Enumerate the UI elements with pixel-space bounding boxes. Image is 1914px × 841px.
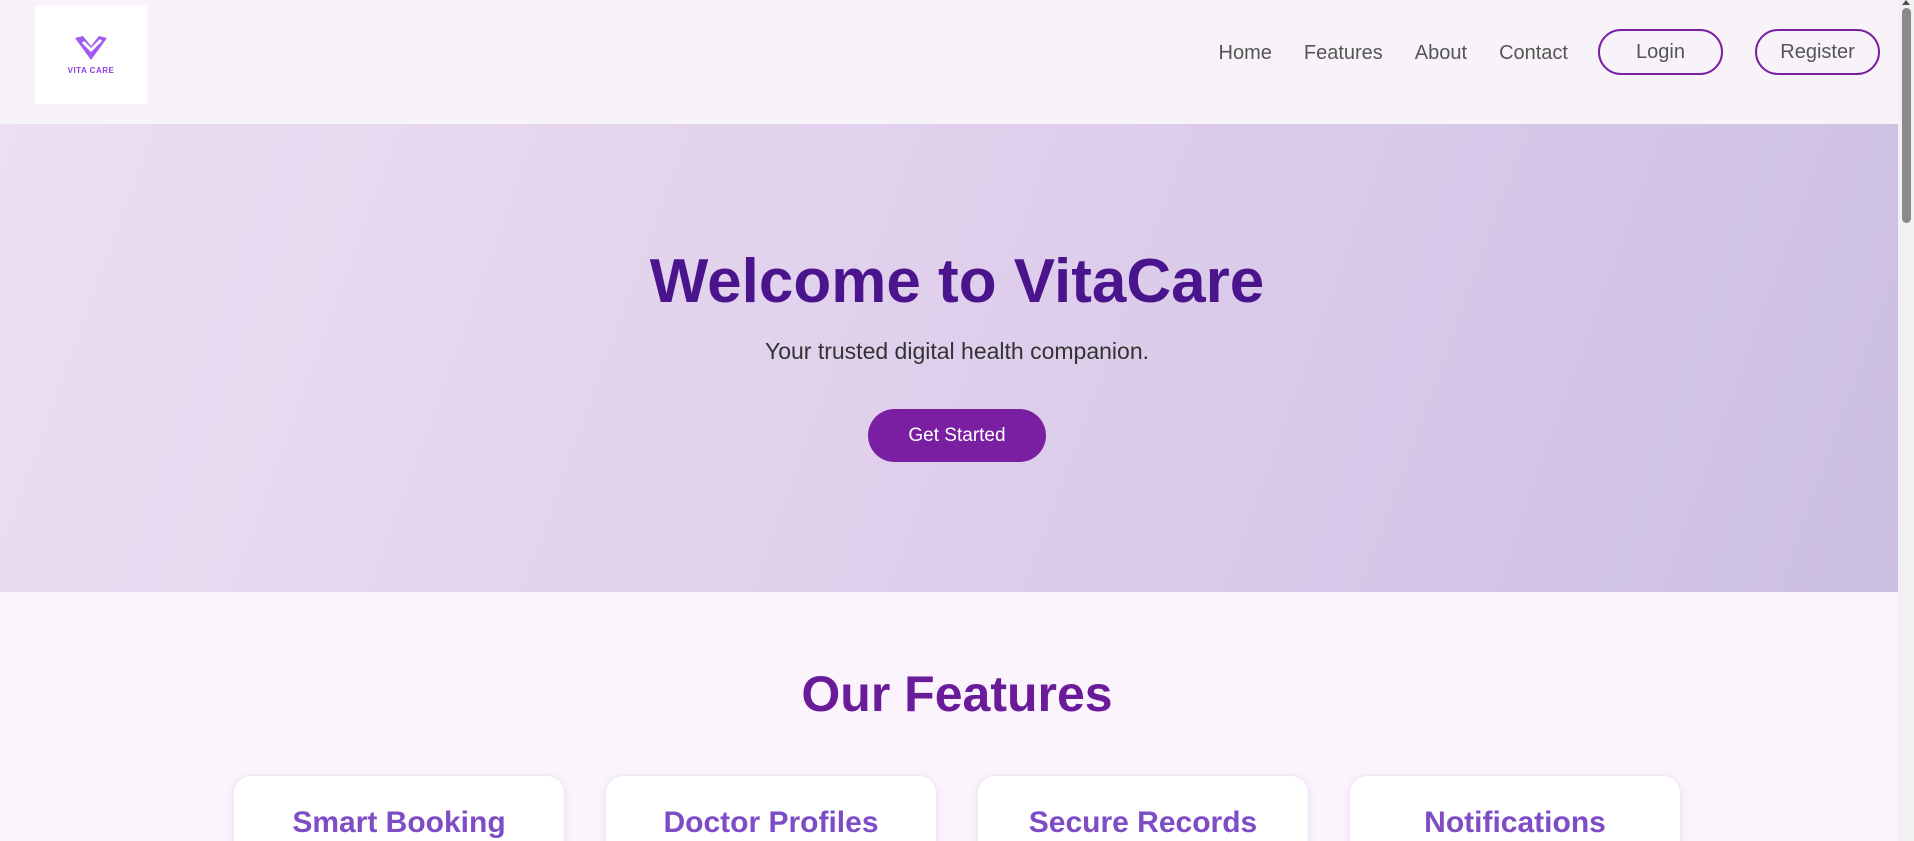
- navbar: VITA CARE Home Features About Contact Lo…: [0, 0, 1898, 124]
- scroll-up-arrow-icon[interactable]: [1902, 0, 1910, 5]
- feature-card-doctor-profiles[interactable]: Doctor Profiles: [605, 775, 937, 841]
- hero-title: Welcome to VitaCare: [649, 247, 1265, 316]
- hero-subtitle: Your trusted digital health companion.: [764, 338, 1149, 364]
- feature-title: Doctor Profiles: [663, 806, 879, 839]
- feature-title: Notifications: [1424, 806, 1606, 839]
- feature-card-notifications[interactable]: Notifications: [1349, 775, 1681, 841]
- vitacare-logo[interactable]: VITA CARE: [35, 5, 147, 104]
- nav-link-features[interactable]: Features: [1304, 42, 1383, 65]
- nav-link-home[interactable]: Home: [1219, 42, 1272, 65]
- get-started-button[interactable]: Get Started: [868, 409, 1046, 462]
- feature-card-smart-booking[interactable]: Smart Booking: [233, 775, 565, 841]
- hero-section: Welcome to VitaCare Your trusted digital…: [0, 124, 1898, 592]
- logo-text: VITA CARE: [67, 66, 115, 75]
- feature-card-secure-records[interactable]: Secure Records: [977, 775, 1309, 841]
- feature-title: Smart Booking: [292, 806, 506, 839]
- nav-links: Home Features About Contact: [1219, 0, 1569, 106]
- login-button[interactable]: Login: [1598, 29, 1723, 75]
- nav-link-about[interactable]: About: [1415, 42, 1467, 65]
- register-button[interactable]: Register: [1755, 29, 1880, 75]
- nav-link-contact[interactable]: Contact: [1499, 42, 1568, 65]
- features-heading: Our Features: [801, 666, 1113, 722]
- feature-title: Secure Records: [1028, 806, 1258, 839]
- heart-check-icon: [75, 36, 107, 60]
- page-scrollbar[interactable]: [1898, 0, 1914, 841]
- scroll-thumb[interactable]: [1902, 8, 1911, 223]
